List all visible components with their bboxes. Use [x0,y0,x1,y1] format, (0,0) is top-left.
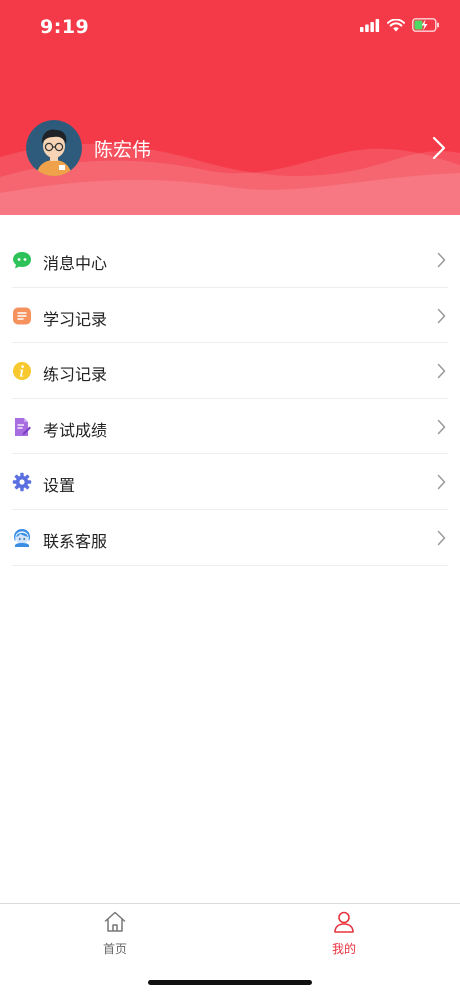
profile-row[interactable]: 陈宏伟 [0,118,460,178]
menu-item-practice-record[interactable]: 练习记录 [12,343,448,399]
menu-label: 考试成绩 [43,420,108,440]
chevron-right-icon [437,530,446,546]
menu-item-customer-service[interactable]: 联系客服 [12,510,448,566]
exam-score-icon [15,417,31,436]
menu-label: 消息中心 [43,254,108,273]
tab-mine[interactable]: 我的 [314,910,374,957]
menu-label: 练习记录 [43,365,108,385]
avatar[interactable] [26,120,82,176]
status-time: 9:19 [40,16,90,38]
chevron-right-icon [437,308,446,323]
tab-home-label: 首页 [102,942,127,956]
menu-item-study-record[interactable]: 学习记录 [12,288,448,344]
profile-header: 9:19 陈宏伟 [0,0,460,215]
message-icon [13,252,31,269]
menu-item-message-center[interactable]: 消息中心 [12,232,448,288]
user-icon [334,911,354,933]
menu-item-exam-score[interactable]: 考试成绩 [12,399,448,455]
menu-label: 联系客服 [43,531,108,551]
chevron-right-icon [437,475,446,490]
menu-list: 消息中心 学习记录 练习记录 考试成绩 设置 联系客服 [0,232,460,566]
home-indicator [148,980,312,985]
home-icon [104,911,126,932]
wifi-icon [387,18,405,31]
chevron-right-icon[interactable] [432,136,446,160]
study-record-icon [13,307,31,325]
practice-record-icon [13,362,31,381]
tab-mine-label: 我的 [331,942,356,956]
signal-icon [360,18,380,32]
chevron-right-icon [437,252,446,268]
chevron-right-icon [437,363,446,379]
status-bar: 9:19 [0,0,460,54]
menu-item-settings[interactable]: 设置 [12,454,448,510]
tab-home[interactable]: 首页 [85,910,145,957]
chevron-right-icon [437,419,446,435]
username[interactable]: 陈宏伟 [94,135,151,162]
menu-label: 设置 [43,476,76,496]
customer-service-icon [14,528,30,547]
settings-gear-icon [12,473,32,492]
battery-charging-icon [412,18,439,32]
menu-label: 学习记录 [43,309,108,329]
